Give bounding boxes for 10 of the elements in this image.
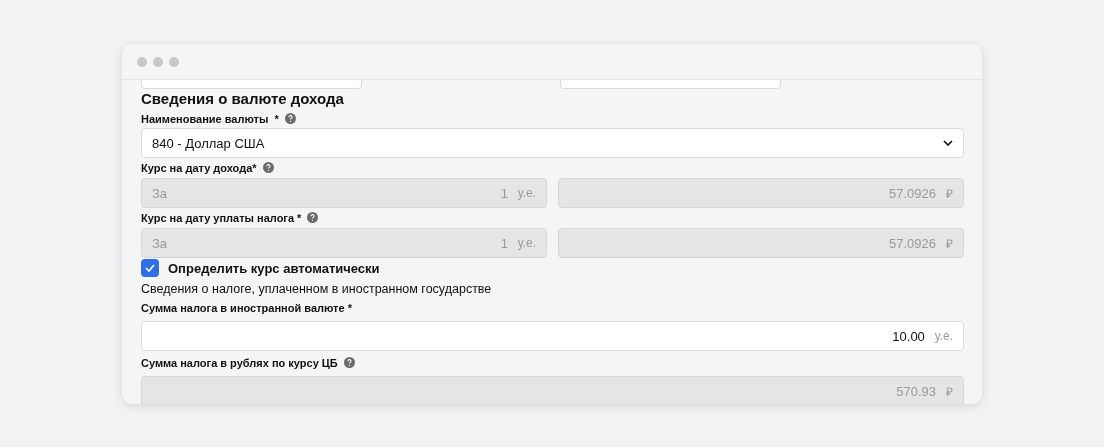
field-label: Сумма налога в иностранной валюте * [141,301,352,314]
field-label: Сумма налога в рублях по курсу ЦБ [141,356,338,369]
field-label: Наименование валюты * [141,112,279,125]
subsection-title: Сведения о налоге, уплаченном в иностранном государстве [141,281,493,298]
checkbox-label: Определить курс автоматически [168,260,380,276]
field-label: Курс на дату дохода* [141,161,257,174]
currency-select[interactable]: 840 - Доллар США [141,128,964,158]
field-label: Курс на дату уплаты налога * [141,211,302,224]
section-title: Сведения о валюте дохода [141,90,345,109]
amount-field[interactable]: 10.00 у.е. [141,321,964,351]
